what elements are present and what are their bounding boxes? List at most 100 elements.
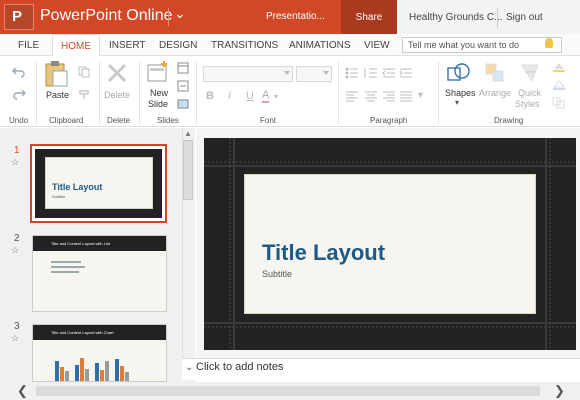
group-label-slides: Slides [157,116,179,125]
title-separator [168,8,169,26]
shapes-icon[interactable] [446,62,472,86]
reset-slide-icon[interactable] [177,80,189,92]
group-separator [196,62,197,124]
delete-icon[interactable] [106,62,128,84]
tab-transitions[interactable]: TRANSITIONS [211,40,278,51]
chart-bar [80,358,84,381]
chevron-down-icon[interactable]: ⌄ [185,362,193,373]
new-slide-label-2[interactable]: Slide [148,99,168,109]
horizontal-scrollbar[interactable]: ❮ ❯ [0,382,580,400]
slide-title[interactable]: Title Layout [262,240,385,266]
account-separator [497,8,498,28]
chevron-right-icon[interactable]: ❯ [554,383,565,399]
chart-bar [55,361,59,381]
align-right-icon[interactable] [382,90,396,102]
chart-bar [105,361,109,381]
chevron-down-icon[interactable]: ▾ [274,92,278,101]
arrange-button-label[interactable]: Arrange [479,88,511,98]
thumbnail-bullet [51,271,79,273]
chart-bar [75,365,79,381]
chevron-down-icon[interactable]: ⌄ [174,5,186,22]
undo-icon[interactable] [12,66,26,78]
share-button[interactable]: Share [341,0,397,34]
thumbnails-scroll-thumb[interactable] [183,140,193,200]
thumbnail-subtitle: Subtitle [52,194,66,199]
chevron-down-icon[interactable]: ▾ [418,90,423,101]
notes-area[interactable]: ⌄ Click to add notes [182,358,580,380]
tab-home[interactable]: HOME [52,34,100,57]
thumbnail-title: Title Layout [52,182,103,192]
shapes-button-label[interactable]: Shapes [445,88,476,98]
chevron-left-icon[interactable]: ❮ [17,383,28,399]
sign-out-link[interactable]: Sign out [506,12,543,23]
increase-indent-icon[interactable] [399,67,413,79]
app-name[interactable]: PowerPoint Online [40,7,173,25]
justify-icon[interactable] [399,90,413,102]
align-center-icon[interactable] [364,90,378,102]
tell-me-input[interactable]: Tell me what you want to do [402,37,562,53]
layout-icon[interactable] [177,62,189,74]
numbered-list-icon[interactable] [364,67,378,79]
underline-button[interactable]: U [246,90,254,102]
redo-icon[interactable] [12,88,26,100]
tab-file[interactable]: FILE [18,40,39,51]
tab-insert[interactable]: INSERT [109,40,146,51]
bold-button[interactable]: B [206,90,214,102]
group-label-font: Font [260,116,277,125]
font-color-button[interactable]: A [262,89,270,103]
tab-design[interactable]: DESIGN [159,40,197,51]
title-bar: P PowerPoint Online ⌄ Presentatio... Sha… [0,0,580,34]
chart-bar [125,372,129,381]
chart-bar [95,363,99,381]
powerpoint-logo-icon: P [4,4,34,30]
font-family-dropdown[interactable] [203,66,293,82]
chart-bar [60,367,64,381]
tab-animations[interactable]: ANIMATIONS [289,40,350,51]
slide-number: 3 [14,321,20,332]
group-label-drawing: Drawing [494,116,524,125]
slide-number: 1 [14,145,20,156]
document-name[interactable]: Presentatio... [266,11,325,22]
thumbnail-title: Title and Content Layout with Chart [51,330,114,335]
align-left-icon[interactable] [345,90,359,102]
scroll-up-icon[interactable]: ▲ [184,129,192,138]
slide-thumbnail-1[interactable]: Title Layout Subtitle [30,144,167,223]
notes-placeholder[interactable]: Click to add notes [196,361,283,373]
new-slide-icon[interactable] [146,60,170,84]
chevron-down-icon[interactable]: ▾ [455,98,459,107]
star-icon: ☆ [11,245,20,255]
format-painter-icon[interactable] [78,88,90,100]
tab-view[interactable]: VIEW [364,40,390,51]
shape-fill-icon[interactable] [552,61,566,73]
quick-styles-label-1[interactable]: Quick [518,88,541,98]
italic-button[interactable]: I [228,90,231,102]
paste-button-label[interactable]: Paste [46,90,69,100]
group-separator [338,62,339,124]
new-slide-label-1[interactable]: New [150,88,168,98]
quick-styles-label-2[interactable]: Styles [515,99,540,109]
slide-thumbnail-2[interactable]: Title and Content Layout with List [32,235,167,312]
slide-number: 2 [14,233,20,244]
quick-styles-icon[interactable] [519,62,541,84]
thumbnail-title: Title and Content Layout with List [51,241,110,246]
star-icon: ☆ [11,333,20,343]
thumbnail-bullet [51,261,81,263]
slide-thumbnail-3[interactable]: Title and Content Layout with Chart [32,324,167,382]
section-icon[interactable] [177,97,189,109]
paste-icon[interactable] [44,60,70,88]
decrease-indent-icon[interactable] [382,67,396,79]
bullet-list-icon[interactable] [345,67,359,79]
font-size-dropdown[interactable] [296,66,332,82]
duplicate-icon[interactable] [552,97,566,109]
copy-icon[interactable] [78,66,90,78]
arrange-icon[interactable] [484,62,506,84]
chart-bar [65,371,69,381]
horizontal-scroll-thumb[interactable] [36,386,540,396]
location-link[interactable]: Healthy Grounds C... [409,12,502,23]
shape-outline-icon[interactable] [552,79,566,91]
chart-bar [120,366,124,381]
chart-bar [100,370,104,381]
group-separator [438,62,439,124]
slide-subtitle[interactable]: Subtitle [262,269,292,279]
delete-button-label[interactable]: Delete [104,90,130,100]
